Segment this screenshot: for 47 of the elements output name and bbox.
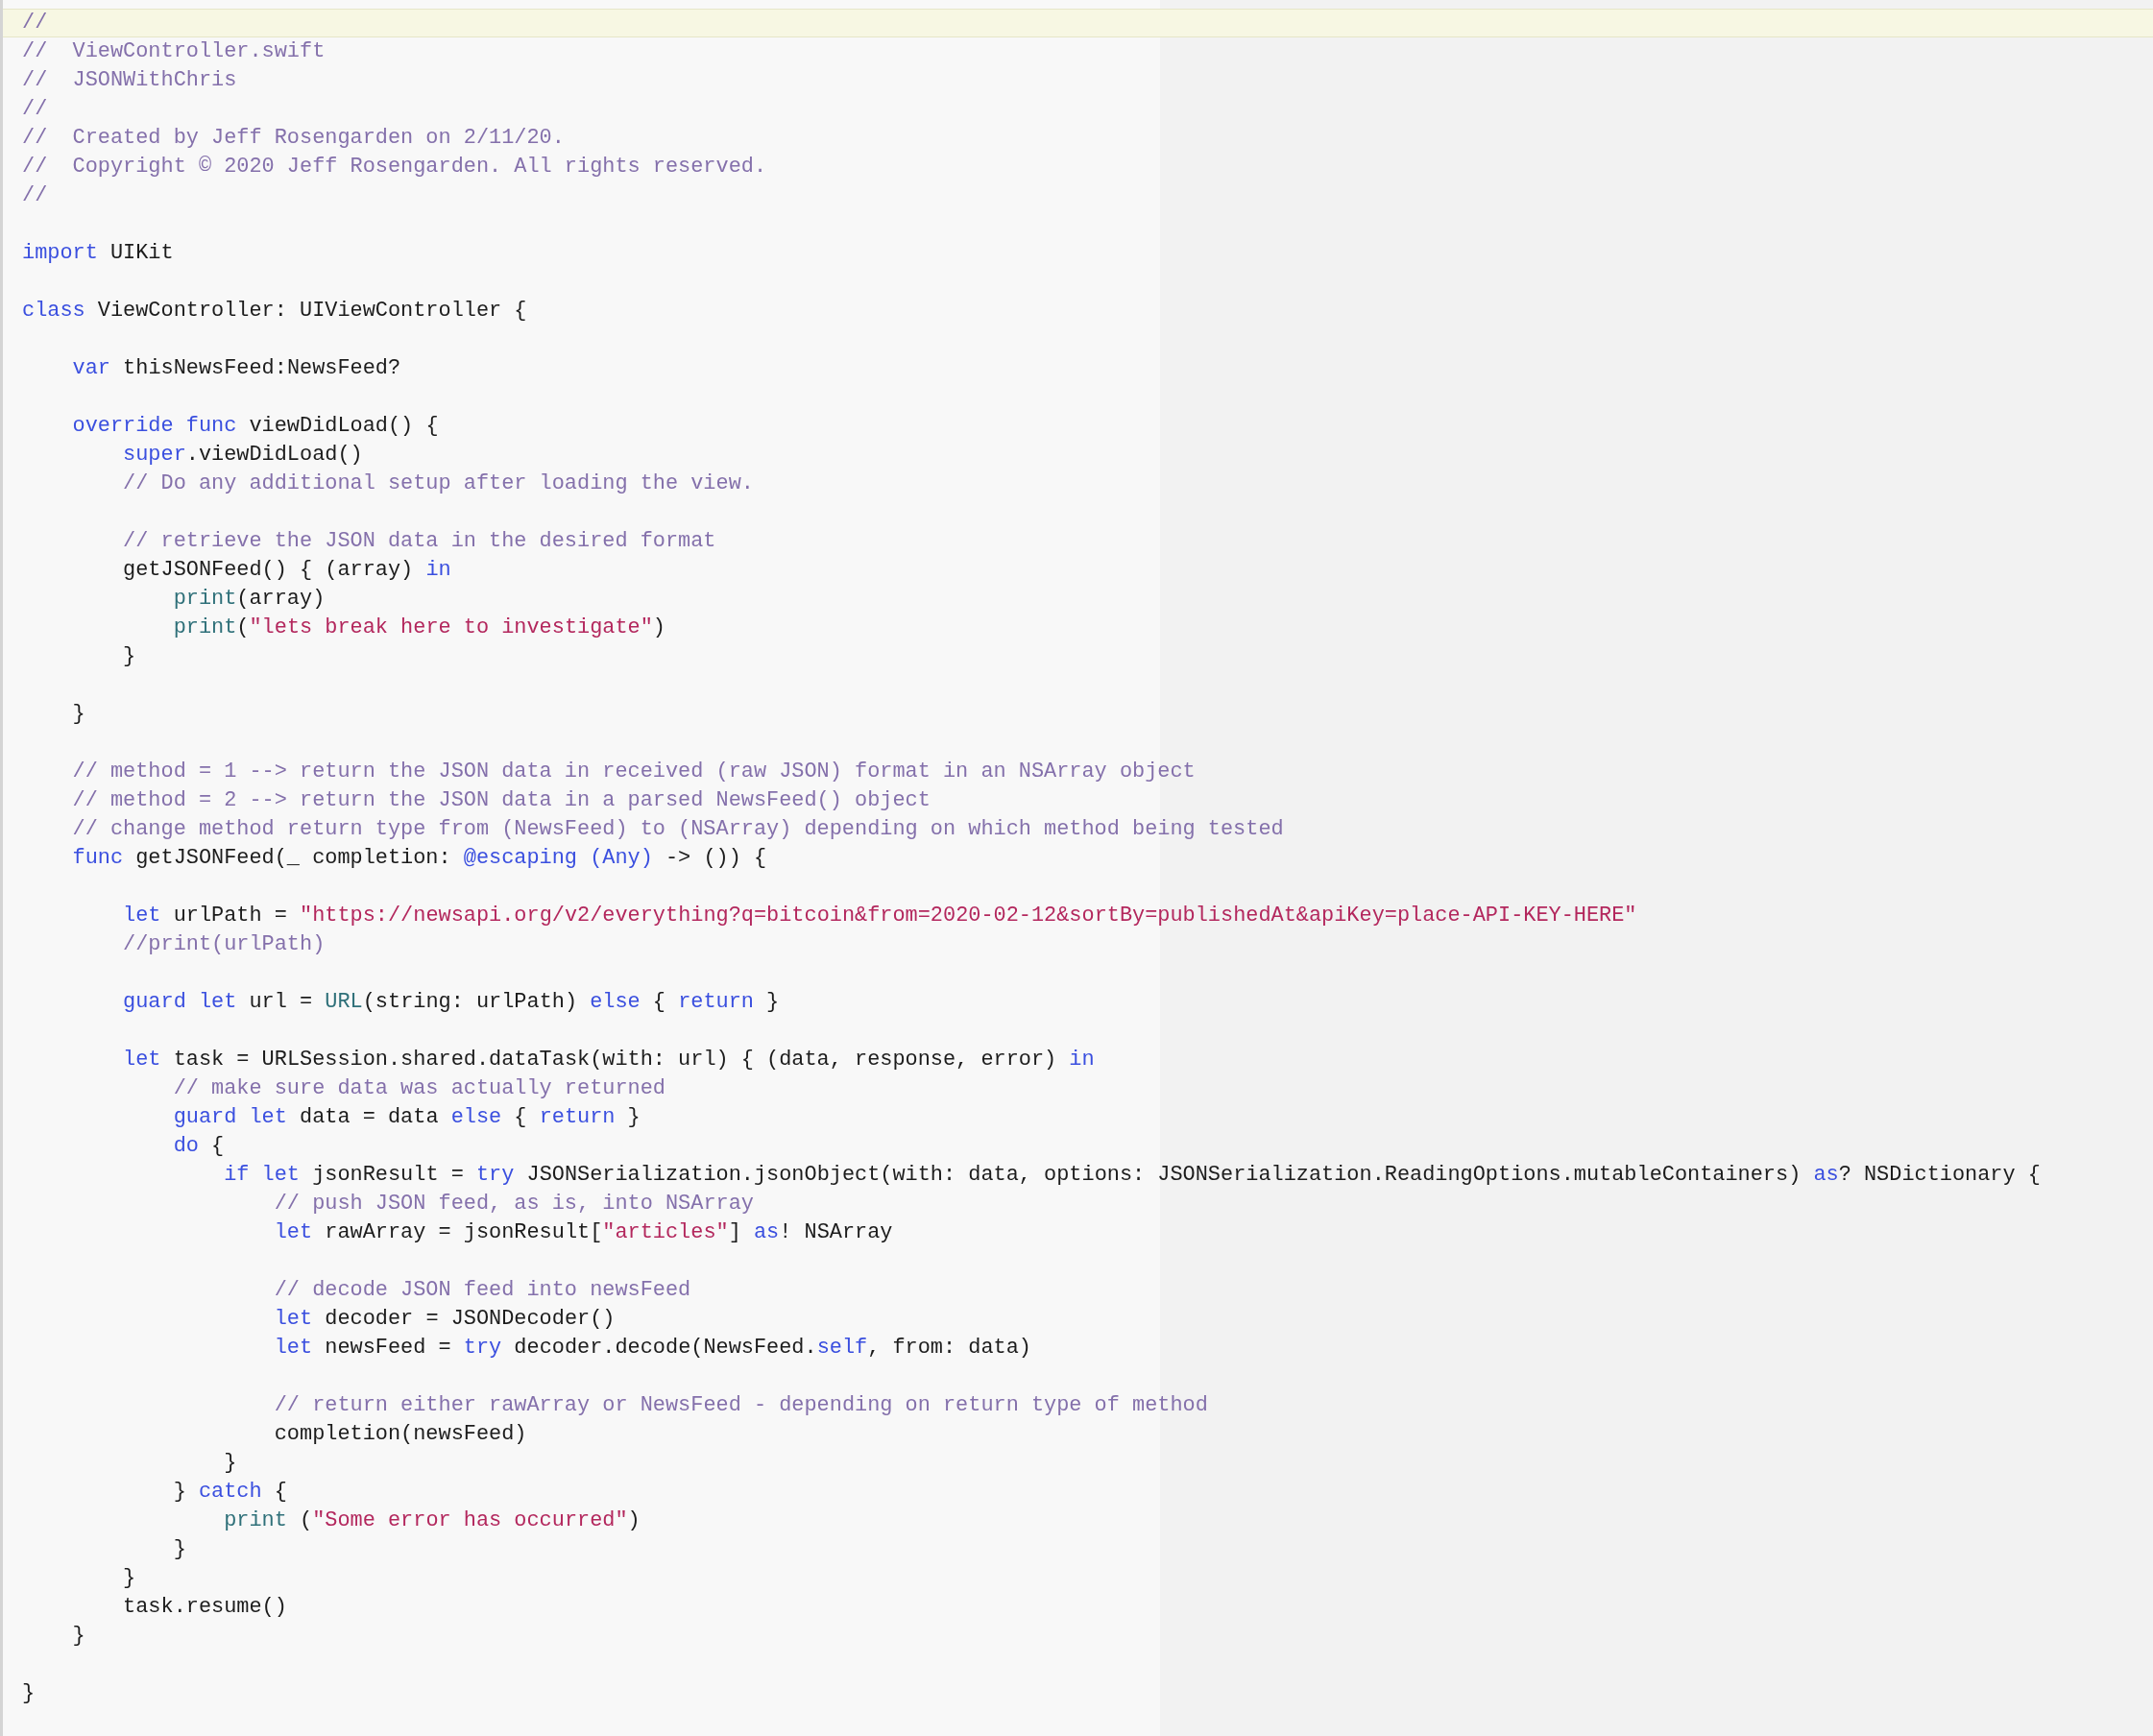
code-line: var thisNewsFeed:NewsFeed? <box>72 355 401 382</box>
code-line: let decoder = JSONDecoder() <box>274 1306 616 1333</box>
code-line: let task = URLSession.shared.dataTask(with: url) { (data, response, error) in <box>123 1047 1095 1073</box>
code-line: // retrieve the JSON data in the desired format <box>123 528 716 555</box>
code-line: //print(urlPath) <box>123 931 326 958</box>
code-line: do { <box>173 1133 225 1160</box>
code-line: print ("Some error has occurred") <box>224 1507 641 1534</box>
code-line: completion(newsFeed) <box>274 1421 527 1448</box>
code-line: // ViewController.swift <box>22 38 326 65</box>
code-line: // Created by Jeff Rosengarden on 2/11/20. <box>22 125 565 152</box>
code-line: // Copyright © 2020 Jeff Rosengarden. All rights reserved. <box>22 154 767 181</box>
code-line: // push JSON feed, as is, into NSArray <box>274 1191 754 1218</box>
code-editor[interactable] <box>0 0 2153 1736</box>
code-line: let rawArray = jsonResult["articles"] as! NSArray <box>274 1219 893 1246</box>
code-line: // change method return type from (NewsFeed) to (NSArray) depending on which method being tested <box>72 816 1284 843</box>
code-line: // make sure data was actually returned <box>173 1075 665 1102</box>
code-line: } <box>224 1450 237 1477</box>
code-line: // method = 1 --> return the JSON data in received (raw JSON) format in an NSArray object <box>72 759 1196 785</box>
code-line: } <box>173 1536 186 1563</box>
code-line: guard let url = URL(string: urlPath) else { return } <box>123 989 780 1016</box>
code-line: import UIKit <box>22 240 174 267</box>
code-line: // <box>22 10 48 36</box>
code-line: // return either rawArray or NewsFeed - depending on return type of method <box>274 1392 1208 1419</box>
code-line: print("lets break here to investigate") <box>173 615 665 641</box>
code-line: } <box>22 1680 36 1707</box>
code-line: class ViewController: UIViewController { <box>22 298 527 325</box>
code-line: func getJSONFeed(_ completion: @escaping (Any) -> ()) { <box>72 845 767 872</box>
code-line: // method = 2 --> return the JSON data in a parsed NewsFeed() object <box>72 787 931 814</box>
code-line: } <box>72 701 85 728</box>
code-line: super.viewDidLoad() <box>123 442 363 469</box>
code-line: // <box>22 182 48 209</box>
code-line: print(array) <box>173 586 326 613</box>
code-line: if let jsonResult = try JSONSerialization.jsonObject(with: data, options: JSONSerialization.ReadingOptions.mutableContainers) as? NSDictionary { <box>224 1162 2041 1189</box>
code-line: // decode JSON feed into newsFeed <box>274 1277 691 1304</box>
code-line: let urlPath = "https://newsapi.org/v2/everything?q=bitcoin&from=2020-02-12&sortBy=publishedAt&apiKey=place-API-KEY-HERE" <box>123 903 1637 929</box>
code-line: override func viewDidLoad() { <box>72 413 439 440</box>
code-line: task.resume() <box>123 1594 287 1621</box>
code-line: } <box>123 643 136 670</box>
code-line: let newsFeed = try decoder.decode(NewsFeed.self, from: data) <box>274 1335 1031 1362</box>
code-line: } catch { <box>173 1479 287 1506</box>
code-line: // Do any additional setup after loading the view. <box>123 470 754 497</box>
code-line: getJSONFeed() { (array) in <box>123 557 451 584</box>
code-line: } <box>123 1565 136 1592</box>
code-line: // JSONWithChris <box>22 67 237 94</box>
code-line: } <box>72 1623 85 1650</box>
code-line: guard let data = data else { return } <box>173 1104 641 1131</box>
code-line: // <box>22 96 48 123</box>
